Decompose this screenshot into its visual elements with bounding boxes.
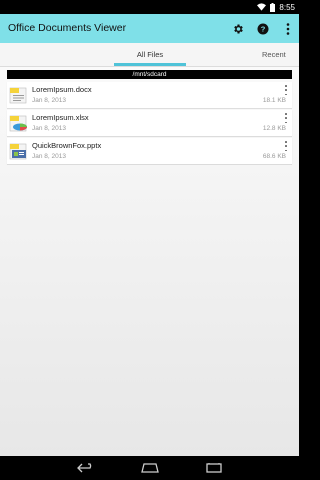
item-overflow-icon[interactable]	[283, 85, 289, 95]
file-size: 18.1 KB	[262, 97, 286, 104]
clock: 8:55	[279, 2, 295, 12]
docx-file-icon	[9, 85, 29, 105]
file-date: Jan 8, 2013	[32, 97, 66, 104]
path-bar: /mnt/sdcard	[7, 70, 292, 79]
tab-bar: All Files Recent	[0, 43, 299, 67]
tab-all-files[interactable]: All Files	[114, 43, 186, 66]
file-name: LoremIpsum.xlsx	[32, 113, 89, 122]
item-overflow-icon[interactable]	[283, 141, 289, 151]
item-overflow-icon[interactable]	[283, 113, 289, 123]
navigation-bar	[0, 456, 299, 480]
file-name: QuickBrownFox.pptx	[32, 141, 102, 150]
action-bar: Office Documents Viewer ?	[0, 14, 299, 43]
file-item-docx[interactable]: LoremIpsum.docx Jan 8, 2013 18.1 KB	[7, 82, 292, 108]
file-item-pptx[interactable]: QuickBrownFox.pptx Jan 8, 2013 68.6 KB	[7, 138, 292, 164]
file-item-xlsx[interactable]: LoremIpsum.xlsx Jan 8, 2013 12.8 KB	[7, 110, 292, 136]
file-list: LoremIpsum.docx Jan 8, 2013 18.1 KB Lore…	[7, 82, 292, 166]
help-icon[interactable]: ?	[256, 22, 270, 36]
tab-recent[interactable]: Recent	[262, 43, 320, 66]
back-icon[interactable]	[76, 461, 96, 475]
main-content: All Files Recent /mnt/sdcard LoremIpsum.…	[0, 43, 299, 456]
status-bar: 8:55	[0, 0, 299, 14]
status-icons: 8:55	[257, 0, 295, 14]
svg-text:?: ?	[261, 24, 266, 33]
battery-icon	[270, 2, 276, 12]
recent-apps-icon[interactable]	[204, 461, 224, 475]
settings-icon[interactable]	[231, 22, 245, 36]
home-icon[interactable]	[140, 461, 160, 475]
file-size: 12.8 KB	[262, 125, 286, 132]
overflow-menu-icon[interactable]	[281, 22, 295, 36]
pptx-file-icon	[9, 141, 29, 161]
app-title: Office Documents Viewer	[8, 22, 127, 34]
file-date: Jan 8, 2013	[32, 153, 66, 160]
file-size: 68.6 KB	[262, 153, 286, 160]
file-date: Jan 8, 2013	[32, 125, 66, 132]
xlsx-file-icon	[9, 113, 29, 133]
wifi-icon	[257, 3, 267, 11]
file-name: LoremIpsum.docx	[32, 85, 92, 94]
